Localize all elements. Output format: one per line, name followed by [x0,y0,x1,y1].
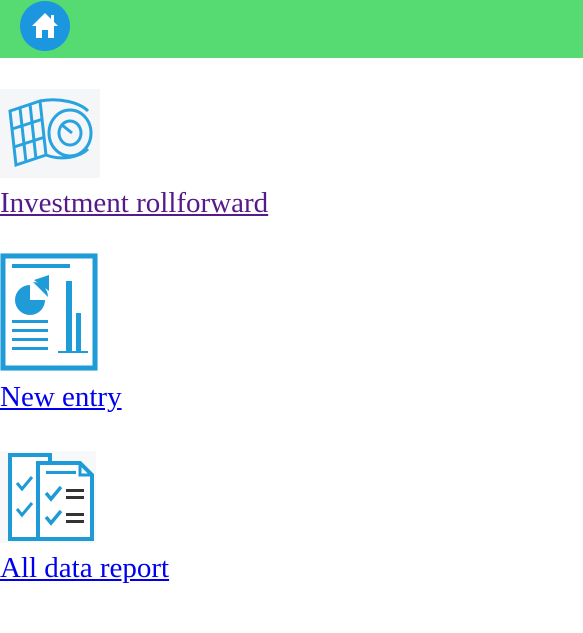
report-chart-icon [0,253,98,371]
home-button[interactable] [20,1,70,51]
all-data-report-link[interactable]: All data report [0,552,169,584]
coin-roll-icon [0,89,100,178]
checklist-icon [0,451,96,543]
top-navigation-bar [0,0,583,58]
new-entry-link[interactable]: New entry [0,381,122,413]
home-icon [32,13,58,38]
investment-rollforward-link[interactable]: Investment rollforward [0,187,268,219]
